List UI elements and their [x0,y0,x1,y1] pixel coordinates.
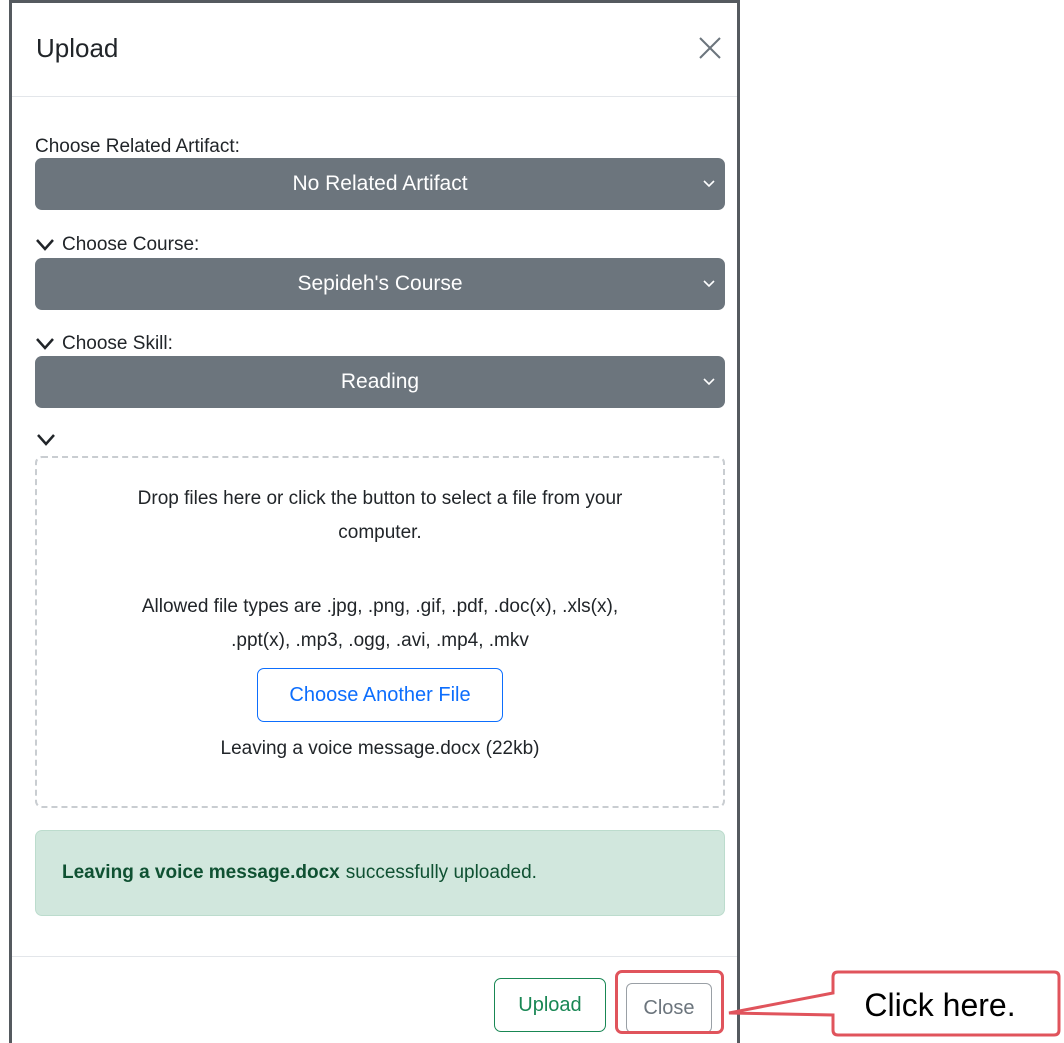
allowed-types-2: .ppt(x), .mp3, .ogg, .avi, .mp4, .mkv [231,630,529,651]
artifact-select-value: No Related Artifact [292,172,468,195]
close-x-icon[interactable] [695,33,725,63]
modal-header: Upload [12,3,737,97]
file-dropzone[interactable]: Drop files here or click the button to s… [35,456,725,808]
modal-title: Upload [36,33,119,63]
chevron-down-icon [703,378,715,386]
dropzone-instruction-2: computer. [338,522,422,543]
upload-modal: Upload Choose Related Artifact: No Relat… [9,0,740,1043]
chevron-down-icon [703,280,715,288]
alert-message: successfully uploaded. [345,862,537,883]
dropzone-instruction-1: Drop files here or click the button to s… [137,488,623,509]
alert-file-name: Leaving a voice message.docx [62,862,340,883]
chevron-down-icon [36,338,54,350]
success-alert: Leaving a voice message.docx successfull… [35,830,725,916]
selected-file-name: Leaving a voice message.docx (22kb) [220,738,540,759]
chevron-down-icon [703,180,715,188]
chevron-down-icon [37,434,55,446]
skill-label-text: Choose Skill: [62,333,173,354]
course-select[interactable]: Sepideh's Course [35,258,725,310]
chevron-down-icon [36,239,54,251]
artifact-label: Choose Related Artifact: [35,136,240,158]
skill-select[interactable]: Reading [35,356,725,408]
artifact-select[interactable]: No Related Artifact [35,158,725,210]
course-select-value: Sepideh's Course [297,272,463,295]
callout-text: Click here. [864,986,1016,1023]
footer-divider [12,956,737,957]
skill-select-value: Reading [340,370,420,393]
course-label: Choose Course: [35,234,199,256]
choose-file-button[interactable]: Choose Another File [257,668,503,722]
skill-label: Choose Skill: [35,333,173,355]
artifact-label-text: Choose Related Artifact: [35,136,240,157]
course-label-text: Choose Course: [62,234,200,255]
upload-button[interactable]: Upload [494,978,606,1032]
allowed-types-1: Allowed file types are .jpg, .png, .gif,… [141,596,619,617]
close-button-highlight [615,970,724,1034]
